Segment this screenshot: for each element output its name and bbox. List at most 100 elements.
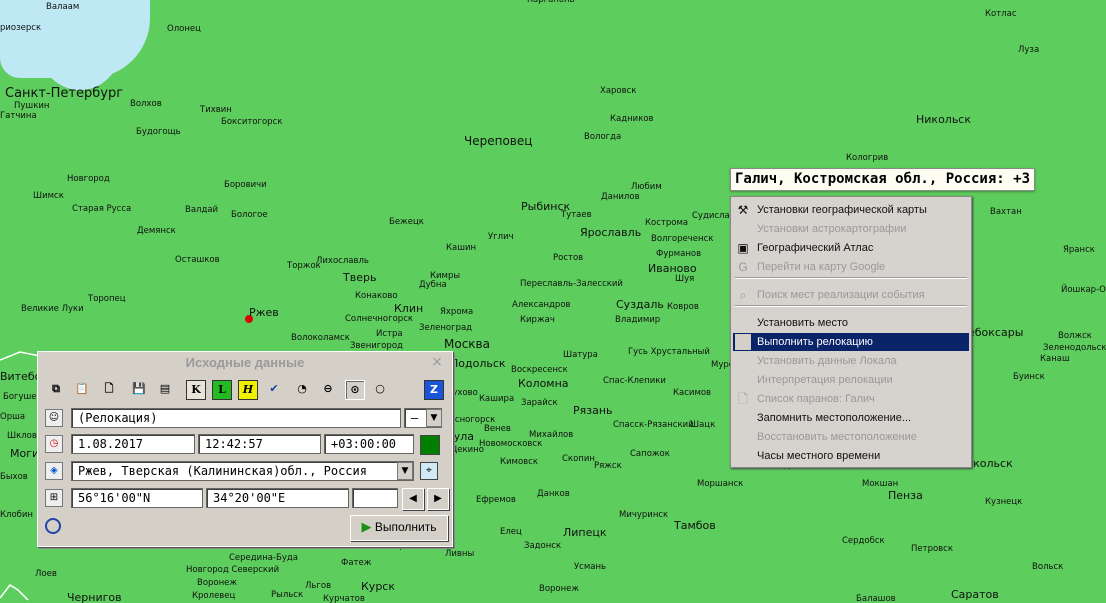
map-label[interactable]: Пенза (888, 490, 923, 501)
circle-arrow-icon[interactable]: ◔ (293, 380, 311, 398)
map-label[interactable]: Венев (484, 425, 511, 434)
map-label[interactable]: Тверь (343, 272, 376, 283)
map-label[interactable]: Волхов (130, 100, 162, 109)
map-label[interactable]: Сапожок (630, 450, 670, 459)
map-label[interactable]: Вологда (584, 133, 621, 142)
map-label[interactable]: Курчатов (323, 595, 365, 603)
map-label[interactable]: Новгород (67, 175, 110, 184)
map-label[interactable]: Гатчина (0, 112, 37, 121)
map-label[interactable]: Лихославль (316, 257, 369, 266)
dot-circle-icon[interactable]: ⊙ (345, 380, 365, 400)
date-field[interactable]: 1.08.2017 (71, 434, 195, 454)
map-label[interactable]: Буинск (1013, 373, 1045, 382)
menu-item[interactable]: Выполнить релокацию (733, 333, 969, 351)
map-label[interactable]: Углич (488, 233, 514, 242)
place-field[interactable]: Ржев, Тверская (Калининская)обл., Россия (71, 461, 414, 481)
map-label[interactable]: Клин (394, 303, 423, 314)
map-label[interactable]: Кологрив (846, 154, 888, 163)
map-label[interactable]: Мичуринск (619, 511, 668, 520)
map-label[interactable]: Рыльск (271, 591, 303, 600)
map-label[interactable]: Истра (376, 330, 403, 339)
map-label[interactable]: Волжск (1058, 332, 1092, 341)
map-label[interactable]: Дубна (419, 281, 447, 290)
map-label[interactable]: Моршанск (697, 480, 743, 489)
map-label[interactable]: Касимов (673, 389, 711, 398)
map-label[interactable]: Шимск (33, 192, 64, 201)
map-label[interactable]: Кашин (446, 244, 476, 253)
map-label[interactable]: Ряжск (594, 462, 622, 471)
map-label[interactable]: Валаам (46, 3, 79, 12)
map-label[interactable]: Сердобск (842, 537, 885, 546)
map-label[interactable]: Шклов (7, 432, 37, 441)
map-label[interactable]: Усмань (574, 563, 606, 572)
map-label[interactable]: Спас-Клепики (603, 377, 666, 386)
map-label[interactable]: Бокситогорск (221, 118, 282, 127)
map-label[interactable]: Щекино (448, 446, 484, 455)
longitude-field[interactable]: 34°20'00"E (206, 488, 349, 508)
H-icon[interactable]: H (238, 380, 258, 400)
clock-icon[interactable]: ◷ (45, 435, 63, 453)
map-label[interactable]: Канаш (1040, 355, 1070, 364)
menu-item[interactable]: ⌕ Поиск мест реализации события (733, 286, 969, 304)
map-label[interactable]: Кадников (610, 115, 654, 124)
check-icon[interactable]: ✔ (265, 380, 283, 398)
timezone-color-swatch[interactable] (420, 435, 440, 455)
save-icon[interactable]: 💾 (130, 380, 148, 398)
map-label[interactable]: Будогощь (136, 128, 181, 137)
run-button[interactable]: ▶ Выполнить (350, 515, 448, 541)
arrow-left-icon[interactable]: ◀ (402, 488, 424, 510)
map-label[interactable]: Кролевец (192, 592, 235, 601)
place-dropdown-icon[interactable]: ▼ (397, 462, 413, 480)
map-label[interactable]: Волоколамск (291, 334, 350, 343)
map-label[interactable]: Ростов (553, 254, 583, 263)
map-label[interactable]: Новгород Северский (186, 566, 279, 575)
map-label[interactable]: Бологое (231, 211, 268, 220)
map-label[interactable]: Котлас (985, 10, 1017, 19)
map-label[interactable]: Витебс (0, 371, 41, 382)
map-label[interactable]: Судисла (692, 212, 730, 221)
map-label[interactable]: Елец (500, 528, 522, 537)
paste-icon[interactable]: 📋 (73, 380, 91, 398)
map-label[interactable]: Петровск (911, 545, 953, 554)
menu-item[interactable]: Установить данные Локала (733, 352, 969, 370)
map-label[interactable]: Киржач (520, 316, 555, 325)
map-label[interactable]: Мокшан (862, 480, 898, 489)
map-label[interactable]: Быхов (0, 473, 28, 482)
K-icon[interactable]: K (186, 380, 206, 400)
map-label[interactable]: Шатура (563, 351, 598, 360)
map-label[interactable]: Тихвин (200, 106, 232, 115)
map-label[interactable]: Ливны (445, 550, 474, 559)
map-label[interactable]: Орша (0, 413, 25, 422)
copy-icon[interactable]: ⧉ (47, 380, 65, 398)
map-label[interactable]: Суздаль (616, 299, 664, 310)
map-label[interactable]: Липецк (563, 527, 607, 538)
map-label[interactable]: Каргаполь (527, 0, 575, 5)
map-label[interactable]: Санкт-Петербург (5, 87, 123, 100)
map-label[interactable]: Москва (444, 338, 490, 350)
map-label[interactable]: Иваново (648, 263, 697, 274)
map-label[interactable]: Торопец (88, 295, 126, 304)
map-label[interactable]: Пушкин (14, 102, 49, 111)
map-label[interactable]: Демянск (137, 227, 176, 236)
map-label[interactable]: Яранск (1063, 246, 1095, 255)
menu-item[interactable]: G Перейти на карту Google (733, 258, 969, 276)
map-label[interactable]: Солнечногорск (345, 315, 413, 324)
map-label[interactable]: Луза (1018, 46, 1039, 55)
menu-item[interactable]: ⚒ Установки географической карты (733, 201, 969, 219)
dialog-title[interactable]: Исходные данные (38, 352, 452, 374)
map-label[interactable]: Владимир (615, 316, 660, 325)
map-label[interactable]: Зарайск (521, 399, 558, 408)
map-label[interactable]: Зеленоград (419, 324, 472, 333)
map-label[interactable]: Клобин (0, 511, 33, 520)
map-label[interactable]: Боровичи (224, 181, 267, 190)
map-label[interactable]: Валдай (185, 206, 218, 215)
map-label[interactable]: Харовск (600, 87, 636, 96)
menu-item[interactable]: 🗋 Список паранов: Галич (733, 390, 969, 408)
menu-item[interactable]: ▣ Географический Атлас (733, 239, 969, 257)
map-label[interactable]: Новомосковск (479, 440, 542, 449)
map-label[interactable]: Богушев (3, 393, 42, 402)
map-label[interactable]: Переславль-Залесский (520, 280, 623, 289)
menu-item[interactable]: Установки астрокартографии (733, 220, 969, 238)
map-label[interactable]: Фурманов (656, 250, 701, 259)
map-label[interactable]: Тамбов (674, 520, 716, 531)
